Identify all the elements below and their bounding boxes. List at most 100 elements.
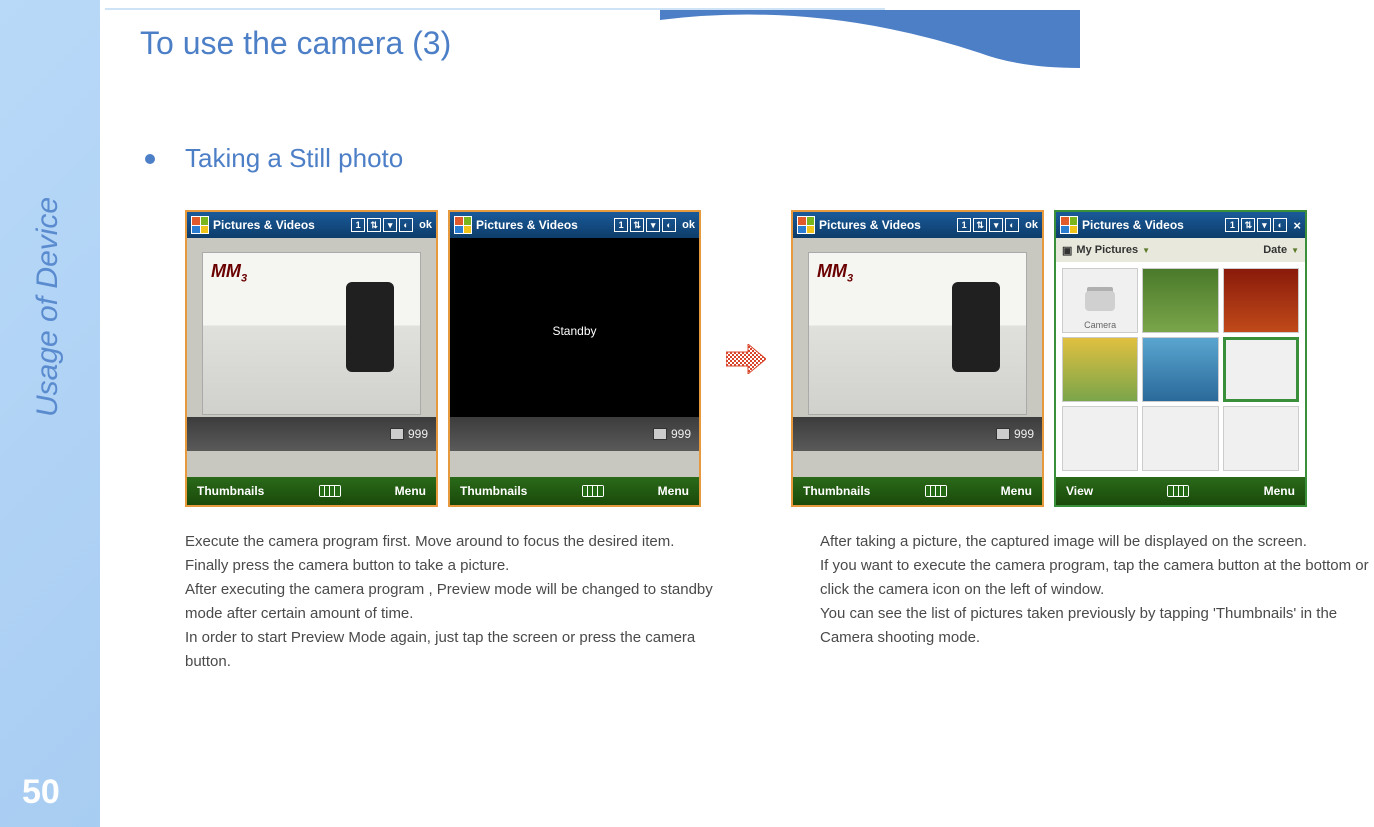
windows-flag-icon xyxy=(797,216,815,234)
picture-thumb[interactable] xyxy=(1223,268,1299,333)
standby-label: Standby xyxy=(552,324,596,338)
folder-dropdown[interactable]: ▣ My Pictures ▼ xyxy=(1062,244,1150,257)
status-icon-signal: ▾ xyxy=(989,218,1003,232)
status-icon-volume: ◐ xyxy=(1005,218,1019,232)
windows-flag-icon xyxy=(454,216,472,234)
picture-thumb[interactable] xyxy=(1142,268,1218,333)
picture-thumb-empty xyxy=(1223,406,1299,471)
app-title: Pictures & Videos xyxy=(213,218,315,232)
flow-arrow-icon xyxy=(711,210,781,507)
status-icon-sync: ⇅ xyxy=(973,218,987,232)
mobile-menubar: Thumbnails Menu xyxy=(450,477,699,505)
softkey-menu[interactable]: Menu xyxy=(1264,484,1295,498)
status-icons: 1 ⇅ ▾ ◐ ok xyxy=(614,218,695,232)
status-icon-1: 1 xyxy=(614,218,628,232)
chevron-down-icon: ▼ xyxy=(1291,246,1299,255)
status-icon-signal: ▾ xyxy=(383,218,397,232)
device-screenshot-browser: Pictures & Videos 1 ⇅ ▾ ◐ × ▣ My Picture… xyxy=(1054,210,1307,507)
sidebar: Usage of Device 50 xyxy=(0,0,100,827)
softkey-thumbnails[interactable]: Thumbnails xyxy=(197,484,264,498)
box-logo: MM3 xyxy=(817,261,853,285)
keyboard-icon[interactable] xyxy=(319,485,341,497)
box-logo: MM3 xyxy=(211,261,247,285)
mobile-titlebar: Pictures & Videos 1 ⇅ ▾ ◐ ok xyxy=(793,212,1042,238)
screenshots-row: Pictures & Videos 1 ⇅ ▾ ◐ ok MM3 xyxy=(185,210,1307,507)
section-heading: Taking a Still photo xyxy=(145,143,403,174)
camera-launch-thumb[interactable]: Camera xyxy=(1062,268,1138,333)
status-icon-sync: ⇅ xyxy=(367,218,381,232)
softkey-thumbnails[interactable]: Thumbnails xyxy=(803,484,870,498)
picture-thumb[interactable] xyxy=(1062,337,1138,402)
description-left: Execute the camera program first. Move a… xyxy=(185,530,715,674)
status-icon-1: 1 xyxy=(957,218,971,232)
status-icon-1: 1 xyxy=(351,218,365,232)
counter-band: 999 xyxy=(450,417,699,451)
screenshot-group-left: Pictures & Videos 1 ⇅ ▾ ◐ ok MM3 xyxy=(185,210,701,507)
shots-remaining: 999 xyxy=(671,427,691,441)
status-icon-volume: ◐ xyxy=(1273,218,1287,232)
bullet-icon xyxy=(145,154,155,164)
picture-thumb-empty xyxy=(1062,406,1138,471)
keyboard-icon[interactable] xyxy=(1167,485,1189,497)
shots-remaining: 999 xyxy=(1014,427,1034,441)
softkey-menu[interactable]: Menu xyxy=(395,484,426,498)
page-number: 50 xyxy=(22,773,60,812)
ok-button[interactable]: ok xyxy=(682,219,695,231)
mobile-titlebar: Pictures & Videos 1 ⇅ ▾ ◐ ok xyxy=(450,212,699,238)
status-icons: 1 ⇅ ▾ ◐ ok xyxy=(351,218,432,232)
ok-button[interactable]: ok xyxy=(1025,219,1038,231)
content-panel: Taking a Still photo Pictures & Videos 1… xyxy=(100,95,1374,827)
preview-photo: MM3 xyxy=(202,252,421,415)
ok-button[interactable]: ok xyxy=(419,219,432,231)
softkey-menu[interactable]: Menu xyxy=(658,484,689,498)
mobile-menubar: View Menu xyxy=(1056,477,1305,505)
camera-viewport[interactable]: MM3 999 xyxy=(793,238,1042,477)
keyboard-icon[interactable] xyxy=(925,485,947,497)
sort-dropdown[interactable]: Date ▼ xyxy=(1263,244,1299,256)
mobile-titlebar: Pictures & Videos 1 ⇅ ▾ ◐ × xyxy=(1056,212,1305,238)
browser-toolbar: ▣ My Pictures ▼ Date ▼ xyxy=(1056,238,1305,262)
standby-overlay: Standby xyxy=(450,238,699,424)
device-screenshot-captured: Pictures & Videos 1 ⇅ ▾ ◐ ok MM3 xyxy=(791,210,1044,507)
folder-icon: ▣ xyxy=(1062,244,1072,257)
status-icon-volume: ◐ xyxy=(399,218,413,232)
status-icon-signal: ▾ xyxy=(1257,218,1271,232)
counter-band: 999 xyxy=(793,417,1042,451)
captured-photo: MM3 xyxy=(808,252,1027,415)
title-bar: To use the camera (3) xyxy=(100,0,1374,95)
mobile-titlebar: Pictures & Videos 1 ⇅ ▾ ◐ ok xyxy=(187,212,436,238)
keyboard-icon[interactable] xyxy=(582,485,604,497)
desc-line: You can see the list of pictures taken p… xyxy=(820,602,1374,650)
desc-line: Finally press the camera button to take … xyxy=(185,554,715,578)
picture-thumb-empty xyxy=(1142,406,1218,471)
status-icon-signal: ▾ xyxy=(646,218,660,232)
mobile-menubar: Thumbnails Menu xyxy=(187,477,436,505)
sort-label: Date xyxy=(1263,244,1287,256)
section-heading-text: Taking a Still photo xyxy=(185,143,403,174)
camera-viewport[interactable]: Standby 999 xyxy=(450,238,699,477)
counter-band: 999 xyxy=(187,417,436,451)
chevron-down-icon: ▼ xyxy=(1142,246,1150,255)
app-title: Pictures & Videos xyxy=(819,218,921,232)
softkey-menu[interactable]: Menu xyxy=(1001,484,1032,498)
film-icon xyxy=(996,428,1010,440)
status-icon-sync: ⇅ xyxy=(630,218,644,232)
status-icons: 1 ⇅ ▾ ◐ × xyxy=(1225,218,1301,233)
picture-thumb-selected[interactable] xyxy=(1223,337,1299,402)
description-right: After taking a picture, the captured ima… xyxy=(820,530,1374,650)
softkey-view[interactable]: View xyxy=(1066,484,1093,498)
page-title: To use the camera (3) xyxy=(140,25,451,62)
camera-viewport[interactable]: MM3 999 xyxy=(187,238,436,477)
device-screenshot-standby: Pictures & Videos 1 ⇅ ▾ ◐ ok Standby xyxy=(448,210,701,507)
shots-remaining: 999 xyxy=(408,427,428,441)
film-icon xyxy=(653,428,667,440)
mobile-menubar: Thumbnails Menu xyxy=(793,477,1042,505)
device-shape xyxy=(346,282,394,372)
close-button[interactable]: × xyxy=(1293,218,1301,233)
device-screenshot-preview: Pictures & Videos 1 ⇅ ▾ ◐ ok MM3 xyxy=(185,210,438,507)
status-icon-1: 1 xyxy=(1225,218,1239,232)
softkey-thumbnails[interactable]: Thumbnails xyxy=(460,484,527,498)
desc-line: After executing the camera program , Pre… xyxy=(185,578,715,626)
picture-thumb[interactable] xyxy=(1142,337,1218,402)
windows-flag-icon xyxy=(191,216,209,234)
